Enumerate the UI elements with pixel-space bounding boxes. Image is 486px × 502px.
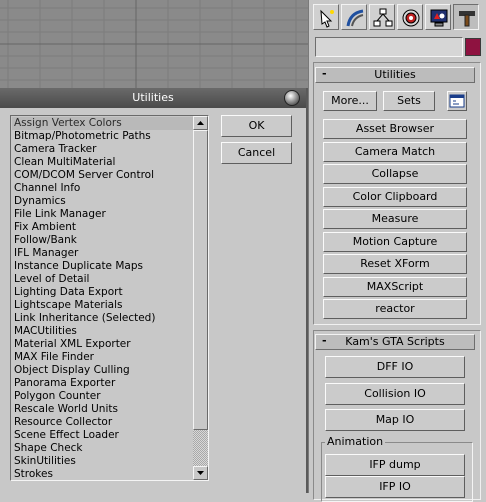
- close-icon[interactable]: [284, 90, 300, 106]
- scroll-up-button[interactable]: [193, 116, 208, 130]
- viewport-grid: [0, 0, 308, 88]
- list-item[interactable]: Strokes: [12, 468, 193, 480]
- reset-xform-button[interactable]: Reset XForm: [323, 254, 467, 274]
- list-item[interactable]: Polygon Counter: [12, 390, 193, 403]
- collapse-icon: -: [322, 67, 327, 80]
- utilities-rollout-title: Utilities: [374, 68, 416, 81]
- list-item[interactable]: MAX File Finder: [12, 351, 193, 364]
- ok-button[interactable]: OK: [221, 115, 292, 137]
- list-item[interactable]: Resource Collector: [12, 416, 193, 429]
- display-icon: [430, 9, 448, 27]
- list-item[interactable]: IFL Manager: [12, 247, 193, 260]
- object-name-field[interactable]: [315, 37, 463, 57]
- measure-button[interactable]: Measure: [323, 209, 467, 229]
- list-item[interactable]: Channel Info: [12, 182, 193, 195]
- utilities-icon: [459, 11, 475, 27]
- arrow-up-icon: [197, 121, 204, 125]
- modify-icon: [346, 9, 364, 27]
- utilities-dialog: Utilities Assign Vertex Colors Bitmap/Pho…: [0, 88, 308, 493]
- configure-icon: [449, 94, 465, 108]
- viewport[interactable]: [0, 0, 308, 88]
- color-clipboard-button[interactable]: Color Clipboard: [323, 186, 467, 207]
- list-item[interactable]: Dynamics: [12, 195, 193, 208]
- list-item[interactable]: Object Display Culling: [12, 364, 193, 377]
- list-item[interactable]: MACUtilities: [12, 325, 193, 338]
- list-item[interactable]: Instance Duplicate Maps: [12, 260, 193, 273]
- collision-io-button[interactable]: Collision IO: [325, 382, 465, 405]
- list-item[interactable]: Clean MultiMaterial: [12, 156, 193, 169]
- utilities-listbox[interactable]: Assign Vertex Colors Bitmap/Photometric P…: [10, 115, 209, 481]
- list-item[interactable]: File Link Manager: [12, 208, 193, 221]
- list-item[interactable]: Material XML Exporter: [12, 338, 193, 351]
- maxscript-button[interactable]: MAXScript: [323, 276, 467, 297]
- ifp-io-button[interactable]: IFP IO: [325, 476, 465, 498]
- tab-create[interactable]: [313, 4, 339, 30]
- utilities-rollout-header[interactable]: - Utilities: [315, 67, 475, 83]
- ifp-dump-button[interactable]: IFP dump: [325, 454, 465, 476]
- tab-display[interactable]: [425, 4, 451, 30]
- command-panel-tabs: [309, 0, 486, 34]
- reactor-button[interactable]: reactor: [323, 299, 467, 319]
- animation-group-label: Animation: [325, 435, 386, 448]
- list-item[interactable]: Link Inheritance (Selected): [12, 312, 193, 325]
- hierarchy-icon: [373, 8, 393, 27]
- motion-icon: [402, 9, 420, 27]
- tab-modify[interactable]: [341, 4, 367, 30]
- utilities-list: Assign Vertex Colors Bitmap/Photometric P…: [12, 117, 193, 480]
- collapse-button[interactable]: Collapse: [323, 164, 467, 184]
- map-io-button[interactable]: Map IO: [325, 409, 465, 431]
- dff-io-button[interactable]: DFF IO: [325, 356, 465, 378]
- dialog-titlebar[interactable]: Utilities: [0, 88, 306, 108]
- list-item[interactable]: Panorama Exporter: [12, 377, 193, 390]
- more-button[interactable]: More...: [323, 91, 377, 111]
- vertical-scrollbar[interactable]: [193, 116, 208, 480]
- collapse-icon: -: [322, 334, 327, 347]
- list-item[interactable]: Bitmap/Photometric Paths: [12, 130, 193, 143]
- list-item[interactable]: Lighting Data Export: [12, 286, 193, 299]
- list-item[interactable]: Follow/Bank: [12, 234, 193, 247]
- list-item[interactable]: Level of Detail: [12, 273, 193, 286]
- dialog-title: Utilities: [132, 91, 174, 104]
- sets-button[interactable]: Sets: [383, 91, 435, 111]
- list-item[interactable]: SkinUtilities: [12, 455, 193, 468]
- list-item[interactable]: Assign Vertex Colors: [12, 117, 193, 130]
- arrow-down-icon: [197, 471, 204, 475]
- kams-rollout-title: Kam's GTA Scripts: [345, 335, 445, 348]
- list-item[interactable]: Shape Check: [12, 442, 193, 455]
- cancel-button[interactable]: Cancel: [221, 142, 292, 164]
- camera-match-button[interactable]: Camera Match: [323, 141, 467, 162]
- list-item[interactable]: COM/DCOM Server Control: [12, 169, 193, 182]
- list-item[interactable]: Fix Ambient: [12, 221, 193, 234]
- tab-motion[interactable]: [397, 4, 423, 30]
- tab-hierarchy[interactable]: [369, 4, 395, 30]
- command-panel: - Utilities More... Sets Asset Browser Ca…: [308, 0, 486, 502]
- list-item[interactable]: Scene Effect Loader: [12, 429, 193, 442]
- asset-browser-button[interactable]: Asset Browser: [323, 119, 467, 139]
- scroll-down-button[interactable]: [193, 466, 208, 480]
- list-item[interactable]: Camera Tracker: [12, 143, 193, 156]
- kams-rollout-header[interactable]: - Kam's GTA Scripts: [315, 334, 475, 350]
- scroll-thumb[interactable]: [193, 130, 208, 430]
- configure-sets-button[interactable]: [447, 91, 467, 111]
- motion-capture-button[interactable]: Motion Capture: [323, 231, 467, 252]
- scroll-track[interactable]: [193, 430, 208, 466]
- list-item[interactable]: Rescale World Units: [12, 403, 193, 416]
- tab-utilities[interactable]: [453, 4, 479, 30]
- create-icon: [320, 9, 334, 28]
- object-color-swatch[interactable]: [465, 38, 481, 56]
- list-item[interactable]: Lightscape Materials: [12, 299, 193, 312]
